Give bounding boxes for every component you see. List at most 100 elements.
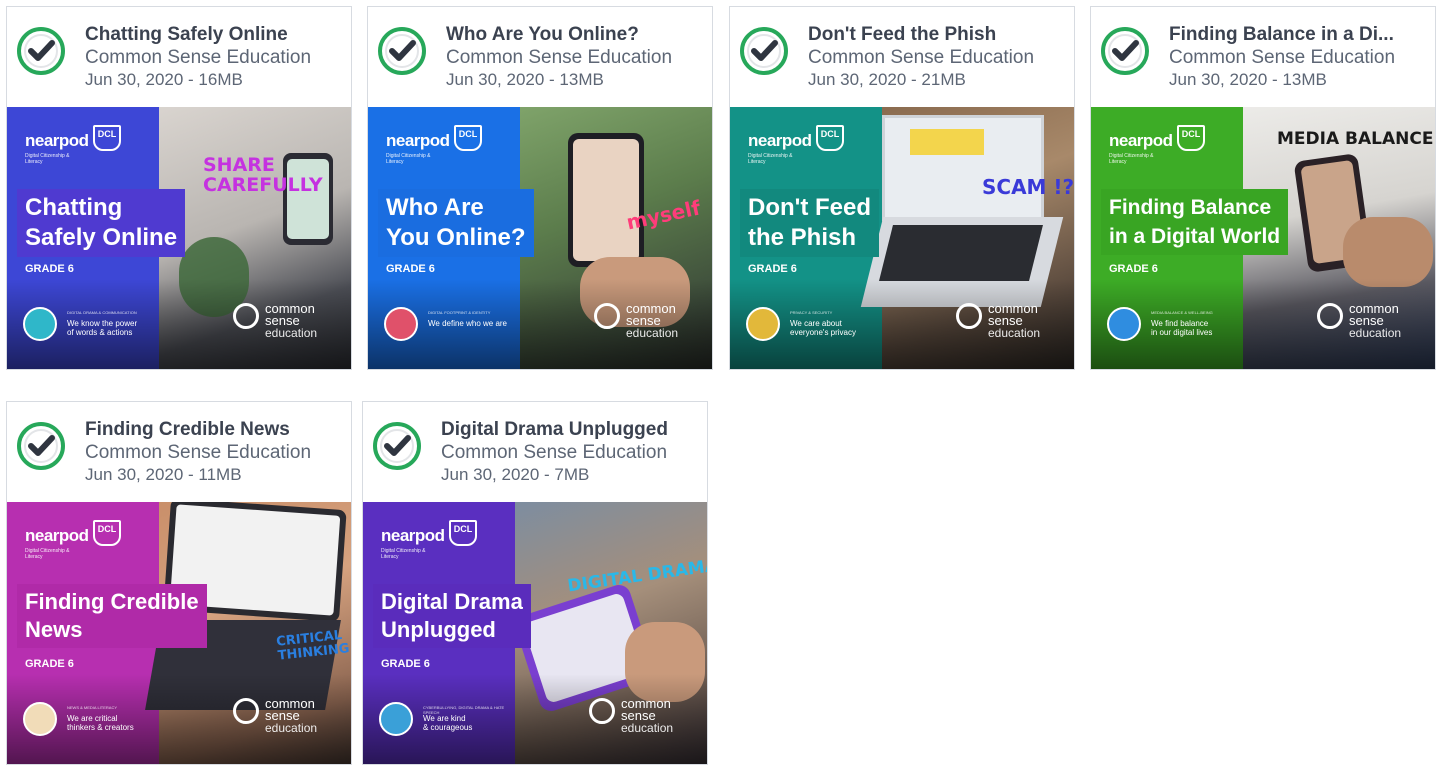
nearpod-logo: nearpod	[1109, 131, 1173, 150]
date-size: Jun 30, 2020 - 13MB	[1169, 70, 1327, 89]
common-sense-check-icon	[378, 27, 426, 75]
lesson-card[interactable]: Finding Balance in a Di... Common Sense …	[1090, 6, 1436, 370]
lesson-thumbnail[interactable]: nearpod DCL Digital Citizenship & Litera…	[368, 107, 712, 369]
common-sense-check-icon	[17, 422, 65, 470]
common-sense-wordmark: common sense education	[621, 696, 674, 735]
common-sense-wordmark: common sense education	[265, 301, 318, 340]
publisher-name: Common Sense Education	[85, 47, 312, 68]
nearpod-logo: nearpod	[381, 526, 445, 545]
lesson-title[interactable]: Don't Feed the Phish	[808, 24, 1066, 46]
common-sense-check-icon	[1101, 27, 1149, 75]
cs-sub-text: education	[1349, 326, 1402, 340]
cs-sub-text: education	[988, 326, 1041, 340]
common-sense-wordmark: common sense education	[988, 302, 1041, 340]
date-size: Jun 30, 2020 - 7MB	[441, 465, 590, 484]
common-sense-wordmark: common sense education	[626, 301, 679, 340]
grade-label: GRADE 6	[1109, 263, 1158, 275]
value-statement: We are kind & courageous	[423, 714, 473, 732]
lesson-card[interactable]: Finding Credible News Common Sense Educa…	[6, 401, 352, 765]
lesson-thumbnail[interactable]: nearpod DCL Digital Citizenship & Litera…	[363, 502, 707, 764]
common-sense-logo-icon	[589, 698, 615, 724]
nearpod-logo: nearpod	[748, 131, 812, 150]
thumbnail-title: Finding Balance in a Digital World	[1101, 189, 1289, 255]
lesson-title[interactable]: Finding Balance in a Di...	[1169, 24, 1427, 46]
common-sense-logo-icon	[1317, 303, 1343, 329]
value-topic: DIGITAL DRAMA & COMMUNICATION	[67, 310, 137, 315]
brand-subtitle: Digital Citizenship & Literacy	[386, 153, 431, 165]
topic-badge-icon	[1107, 307, 1141, 341]
brand-subtitle: Digital Citizenship & Literacy	[748, 153, 793, 165]
thumbnail-title: Finding Credible News	[17, 584, 207, 648]
card-header: Finding Credible News Common Sense Educa…	[7, 402, 351, 502]
date-size: Jun 30, 2020 - 16MB	[85, 70, 243, 89]
sticker-text: SHARE CAREFULLY	[203, 154, 323, 196]
cs-sub-text: education	[626, 326, 679, 340]
lesson-card[interactable]: Don't Feed the Phish Common Sense Educat…	[729, 6, 1075, 370]
thumbnail-title: Digital Drama Unplugged	[373, 584, 531, 648]
thumbnail-title: Who Are You Online?	[378, 189, 534, 257]
grade-label: GRADE 6	[748, 263, 797, 275]
grade-label: GRADE 6	[381, 658, 430, 670]
common-sense-logo-icon	[233, 303, 259, 329]
lesson-thumbnail[interactable]: nearpod DCL Digital Citizenship & Litera…	[1091, 107, 1435, 369]
cs-logo-text: common sense	[626, 301, 676, 328]
dcl-badge: DCL	[449, 520, 477, 546]
cs-logo-text: common sense	[265, 301, 315, 328]
date-size: Jun 30, 2020 - 11MB	[85, 465, 242, 484]
topic-badge-icon	[746, 307, 780, 341]
publisher-name: Common Sense Education	[441, 442, 668, 463]
dcl-badge: DCL	[93, 520, 121, 546]
sticker-text: SCAM !?	[982, 175, 1074, 199]
lesson-thumbnail[interactable]: nearpod DCL Digital Citizenship & Litera…	[7, 502, 351, 764]
dcl-badge: DCL	[93, 125, 121, 151]
brand-subtitle: Digital Citizenship & Literacy	[1109, 153, 1154, 165]
dcl-badge: DCL	[1177, 125, 1205, 151]
common-sense-logo-icon	[956, 303, 982, 329]
grade-label: GRADE 6	[25, 263, 74, 275]
publisher-name: Common Sense Education	[446, 47, 673, 68]
cs-logo-text: common sense	[621, 696, 671, 723]
lesson-title[interactable]: Who Are You Online?	[446, 24, 704, 46]
common-sense-logo-icon	[594, 303, 620, 329]
common-sense-check-icon	[17, 27, 65, 75]
common-sense-check-icon	[373, 422, 421, 470]
brand-subtitle: Digital Citizenship & Literacy	[25, 153, 70, 165]
common-sense-wordmark: common sense education	[1349, 301, 1402, 340]
common-sense-check-icon	[740, 27, 788, 75]
brand-subtitle: Digital Citizenship & Literacy	[381, 548, 426, 560]
lesson-thumbnail[interactable]: nearpod DCL Digital Citizenship & Litera…	[730, 107, 1074, 369]
card-header: Digital Drama Unplugged Common Sense Edu…	[363, 402, 707, 502]
brand-subtitle: Digital Citizenship & Literacy	[25, 548, 70, 560]
cs-sub-text: education	[621, 721, 674, 735]
value-statement: We define who we are	[428, 319, 508, 328]
nearpod-logo: nearpod	[25, 131, 89, 150]
lesson-title[interactable]: Finding Credible News	[85, 419, 343, 441]
lesson-title[interactable]: Chatting Safely Online	[85, 24, 343, 46]
lesson-card[interactable]: Chatting Safely Online Common Sense Educ…	[6, 6, 352, 370]
value-topic: NEWS & MEDIA LITERACY	[67, 705, 118, 710]
lesson-card[interactable]: Digital Drama Unplugged Common Sense Edu…	[362, 401, 708, 765]
dcl-badge: DCL	[816, 125, 844, 151]
lesson-card[interactable]: Who Are You Online? Common Sense Educati…	[367, 6, 713, 370]
cs-logo-text: common sense	[265, 696, 315, 723]
grade-label: GRADE 6	[25, 658, 74, 670]
publisher-name: Common Sense Education	[808, 47, 1035, 68]
thumbnail-title: Don't Feed the Phish	[740, 189, 880, 257]
topic-badge-icon	[384, 307, 418, 341]
date-size: Jun 30, 2020 - 21MB	[808, 70, 966, 89]
lesson-title[interactable]: Digital Drama Unplugged	[441, 419, 699, 441]
card-header: Finding Balance in a Di... Common Sense …	[1091, 7, 1435, 107]
value-statement: We find balance in our digital lives	[1151, 319, 1213, 337]
card-header: Chatting Safely Online Common Sense Educ…	[7, 7, 351, 107]
lesson-thumbnail[interactable]: nearpod DCL Digital Citizenship & Litera…	[7, 107, 351, 369]
value-topic: DIGITAL FOOTPRINT & IDENTITY	[428, 310, 491, 315]
common-sense-logo-icon	[233, 698, 259, 724]
value-topic: PRIVACY & SECURITY	[790, 310, 833, 315]
cs-logo-text: common sense	[1349, 301, 1399, 328]
topic-badge-icon	[379, 702, 413, 736]
card-header: Don't Feed the Phish Common Sense Educat…	[730, 7, 1074, 107]
nearpod-logo: nearpod	[386, 131, 450, 150]
thumbnail-title: Chatting Safely Online	[17, 189, 186, 257]
value-statement: We care about everyone's privacy	[790, 319, 856, 337]
cs-sub-text: education	[265, 326, 318, 340]
